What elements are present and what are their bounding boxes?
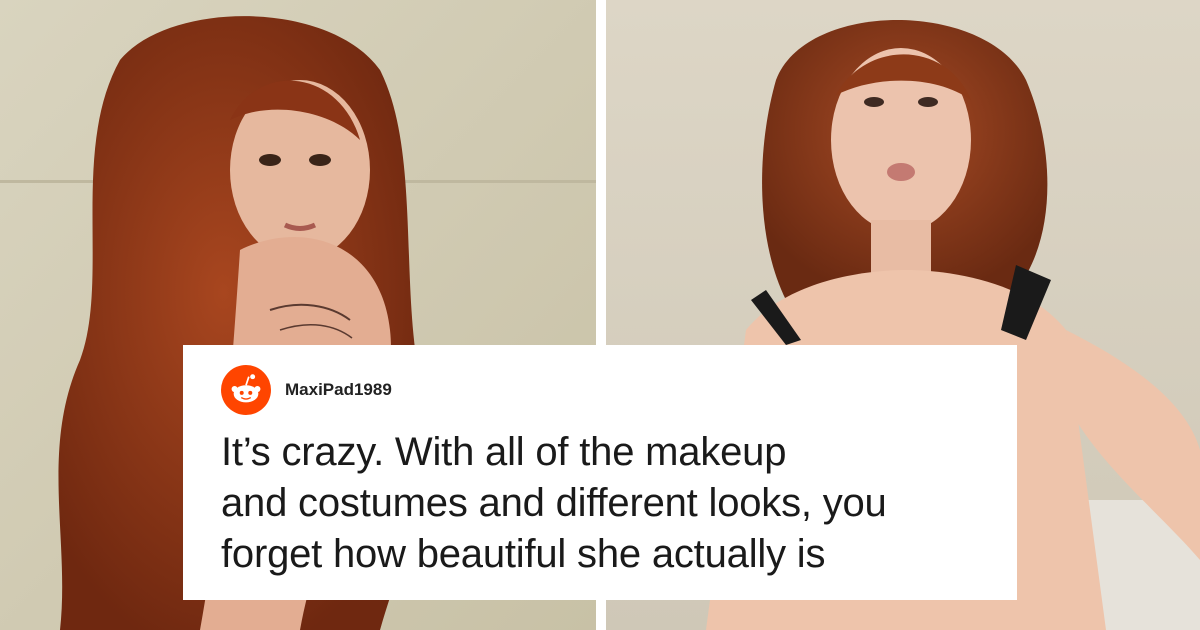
reddit-comment-card: MaxiPad1989 It’s crazy. With all of the …	[183, 345, 1017, 600]
comment-body: It’s crazy. With all of the makeup and c…	[221, 430, 887, 577]
reddit-snoo-icon	[221, 365, 271, 415]
snoo-glyph	[231, 374, 261, 403]
comment-header: MaxiPad1989	[221, 365, 977, 415]
comment-username[interactable]: MaxiPad1989	[285, 380, 392, 400]
